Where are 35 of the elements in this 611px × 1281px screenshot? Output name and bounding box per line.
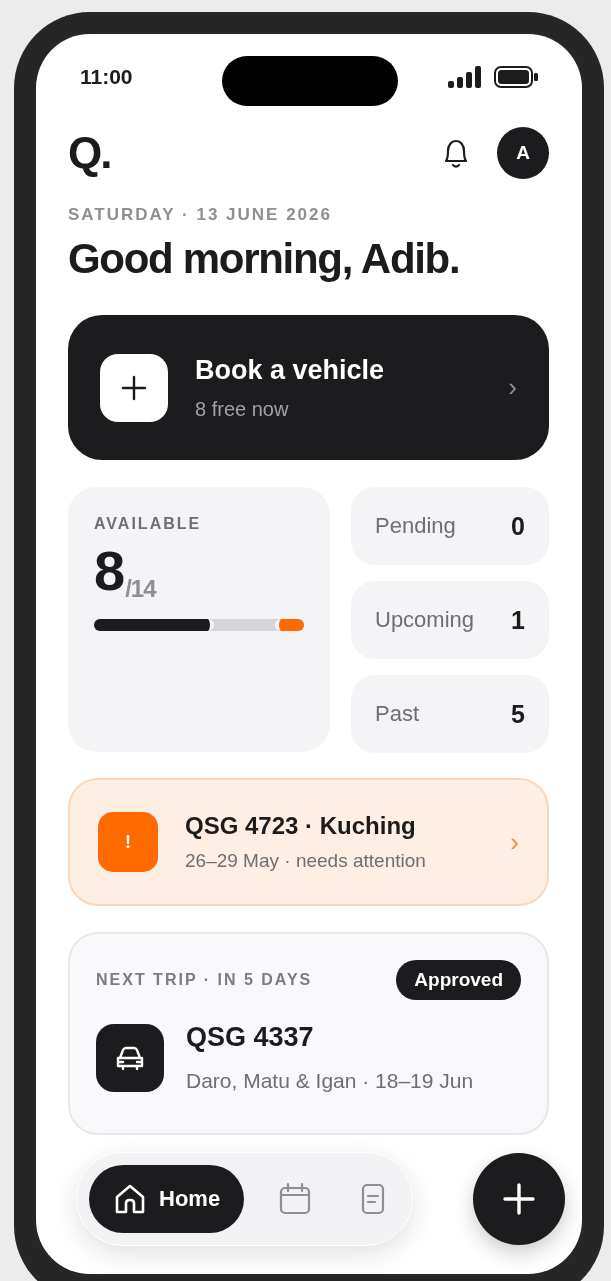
book-vehicle-card[interactable]: Book a vehicle 8 free now › [68, 315, 549, 460]
signal-icon [448, 66, 482, 88]
alert-title: QSG 4723 · Kuching [185, 812, 417, 840]
alert-icon: ! [98, 812, 158, 872]
available-label: AVAILABLE [94, 515, 203, 533]
date-label: SATURDAY · 13 JUNE 2026 [68, 205, 333, 225]
plus-icon [100, 353, 168, 422]
stat-tile[interactable]: Upcoming 1 [351, 581, 549, 659]
next-trip-card[interactable]: NEXT TRIP · IN 5 DAYS Approved QSG 4337 Daro, Matu & Igan · 18–19 Jun [68, 932, 549, 1135]
home-icon [113, 1182, 147, 1216]
calendar-icon [278, 1182, 313, 1216]
home-tab[interactable]: Home [89, 1165, 245, 1233]
stat-tile[interactable]: Pending 0 [351, 487, 549, 565]
add-button[interactable] [473, 1153, 565, 1245]
status-badge: Approved [396, 960, 521, 1000]
total-count: /14 [125, 575, 156, 603]
chevron-icon: › [510, 826, 519, 858]
greeting-title: Good morning, Adib. [68, 235, 461, 283]
document-icon [360, 1182, 387, 1216]
attention-card[interactable]: ! QSG 4723 · Kuching 26–29 May · needs attention › [68, 778, 549, 906]
battery-icon [494, 66, 538, 88]
app-logo: Q. [68, 128, 111, 178]
available-count: 8 [94, 543, 126, 599]
next-trip-label: NEXT TRIP · IN 5 DAYS [96, 971, 313, 989]
status-time: 11:00 [80, 65, 133, 89]
book-title: Book a vehicle [195, 354, 386, 386]
plus-icon [503, 1183, 535, 1215]
free-count-text: 8 free now [195, 397, 290, 421]
car-icon [96, 1023, 164, 1092]
trip-details: Daro, Matu & Igan · 18–19 Jun [186, 1069, 475, 1093]
avatar-button[interactable]: A [497, 127, 549, 179]
vehicle-plate: QSG 4337 [186, 1022, 315, 1053]
stat-tile[interactable]: Past 5 [351, 675, 549, 753]
alert-subtitle: 26–29 May · needs attention [185, 850, 427, 872]
chevron-icon: › [508, 372, 517, 403]
